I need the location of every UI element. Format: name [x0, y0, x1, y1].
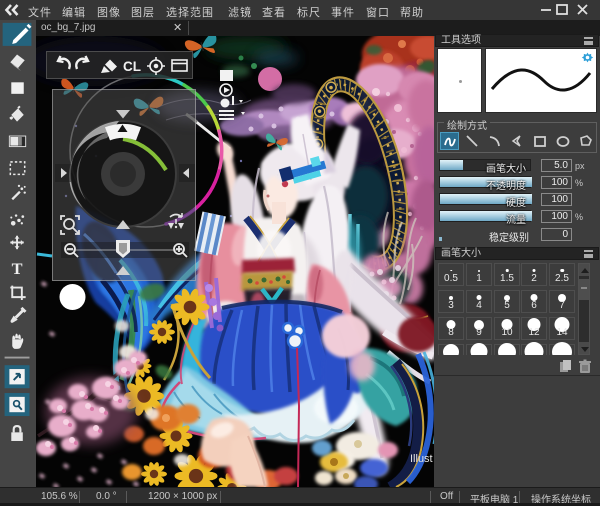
- svg-text:CL: CL: [123, 59, 141, 74]
- svg-text:T: T: [12, 259, 23, 278]
- svg-text:Illust: Illust: [410, 453, 433, 465]
